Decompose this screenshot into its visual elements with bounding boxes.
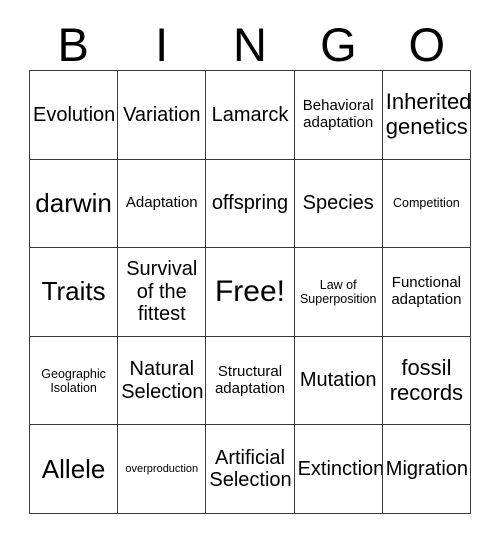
bingo-cell-label: fossil records bbox=[389, 354, 464, 405]
bingo-header-letter-n: N bbox=[233, 18, 267, 71]
bingo-cell-r4c4[interactable]: Mutation bbox=[294, 336, 383, 426]
bingo-cell-r1c1[interactable]: Evolution bbox=[30, 71, 119, 160]
bingo-grid: Evolution Variation Lamarck Behavioral a… bbox=[29, 70, 471, 514]
bingo-cell-label: darwin bbox=[35, 187, 112, 218]
bingo-header: B I N G O bbox=[29, 14, 471, 70]
bingo-cell-label: Inherited genetics bbox=[385, 89, 471, 139]
bingo-cell-label: Competition bbox=[393, 196, 460, 211]
bingo-cell-label: Allele bbox=[41, 453, 106, 484]
bingo-cell-label: Free! bbox=[214, 275, 285, 309]
bingo-cell-r4c3[interactable]: Structural adaptation bbox=[206, 336, 295, 426]
bingo-cell-r4c2[interactable]: Natural Selection bbox=[118, 336, 207, 426]
bingo-cell-r3c4[interactable]: Law of Superposition bbox=[294, 248, 383, 337]
bingo-cell-label: Evolution bbox=[33, 103, 116, 126]
bingo-cell-label: Survival of the fittest bbox=[126, 258, 198, 326]
bingo-cell-label: Natural Selection bbox=[121, 358, 204, 403]
bingo-cell-label: Adaptation bbox=[125, 193, 198, 211]
bingo-cell-free-space[interactable]: Free! bbox=[206, 248, 295, 337]
bingo-cell-r1c5[interactable]: Inherited genetics bbox=[382, 71, 471, 160]
bingo-cell-r1c3[interactable]: Lamarck bbox=[206, 71, 295, 160]
bingo-cell-r3c5[interactable]: Functional adaptation bbox=[382, 248, 471, 337]
bingo-cell-r3c1[interactable]: Traits bbox=[30, 248, 119, 337]
bingo-cell-r2c3[interactable]: offspring bbox=[206, 159, 295, 249]
bingo-cell-r3c2[interactable]: Survival of the fittest bbox=[118, 248, 207, 337]
bingo-cell-r1c2[interactable]: Variation bbox=[118, 71, 207, 160]
bingo-cell-r2c5[interactable]: Competition bbox=[382, 159, 471, 249]
bingo-cell-label: Mutation bbox=[299, 369, 377, 392]
bingo-cell-r2c2[interactable]: Adaptation bbox=[118, 159, 207, 249]
bingo-header-letter-g: G bbox=[320, 18, 357, 71]
bingo-cell-label: Geographic Isolation bbox=[41, 366, 106, 395]
bingo-cell-r5c3[interactable]: Artificial Selection bbox=[206, 425, 295, 514]
bingo-cell-r4c5[interactable]: fossil records bbox=[382, 336, 471, 426]
bingo-cell-label: Artificial Selection bbox=[209, 446, 292, 492]
bingo-header-letter-b: B bbox=[57, 18, 89, 71]
bingo-cell-label: offspring bbox=[211, 192, 289, 215]
bingo-cell-r4c1[interactable]: Geographic Isolation bbox=[30, 336, 119, 426]
bingo-cell-label: Structural adaptation bbox=[214, 362, 286, 397]
bingo-cell-r2c1[interactable]: darwin bbox=[30, 159, 119, 249]
bingo-card: B I N G O Evolution Variation Lamarck Be… bbox=[0, 0, 500, 544]
bingo-cell-r5c5[interactable]: Migration bbox=[382, 425, 471, 514]
bingo-header-letter-i: I bbox=[155, 18, 169, 71]
bingo-cell-label: Variation bbox=[123, 103, 201, 126]
bingo-cell-r2c4[interactable]: Species bbox=[294, 159, 383, 249]
bingo-cell-label: Law of Superposition bbox=[299, 277, 377, 306]
bingo-cell-label: Migration bbox=[385, 457, 469, 480]
bingo-cell-label: overproduction bbox=[125, 463, 199, 476]
bingo-header-letter-o: O bbox=[408, 18, 446, 71]
bingo-cell-label: Extinction bbox=[297, 457, 383, 480]
bingo-cell-r1c4[interactable]: Behavioral adaptation bbox=[294, 71, 383, 160]
bingo-cell-label: Species bbox=[302, 192, 374, 215]
bingo-cell-label: Behavioral adaptation bbox=[302, 97, 374, 131]
bingo-cell-r5c4[interactable]: Extinction bbox=[294, 425, 383, 514]
bingo-cell-label: Functional adaptation bbox=[391, 274, 462, 308]
bingo-cell-r5c2[interactable]: overproduction bbox=[118, 425, 207, 514]
bingo-cell-r5c1[interactable]: Allele bbox=[30, 425, 119, 514]
bingo-cell-label: Traits bbox=[41, 276, 106, 307]
bingo-cell-label: Lamarck bbox=[211, 103, 289, 126]
